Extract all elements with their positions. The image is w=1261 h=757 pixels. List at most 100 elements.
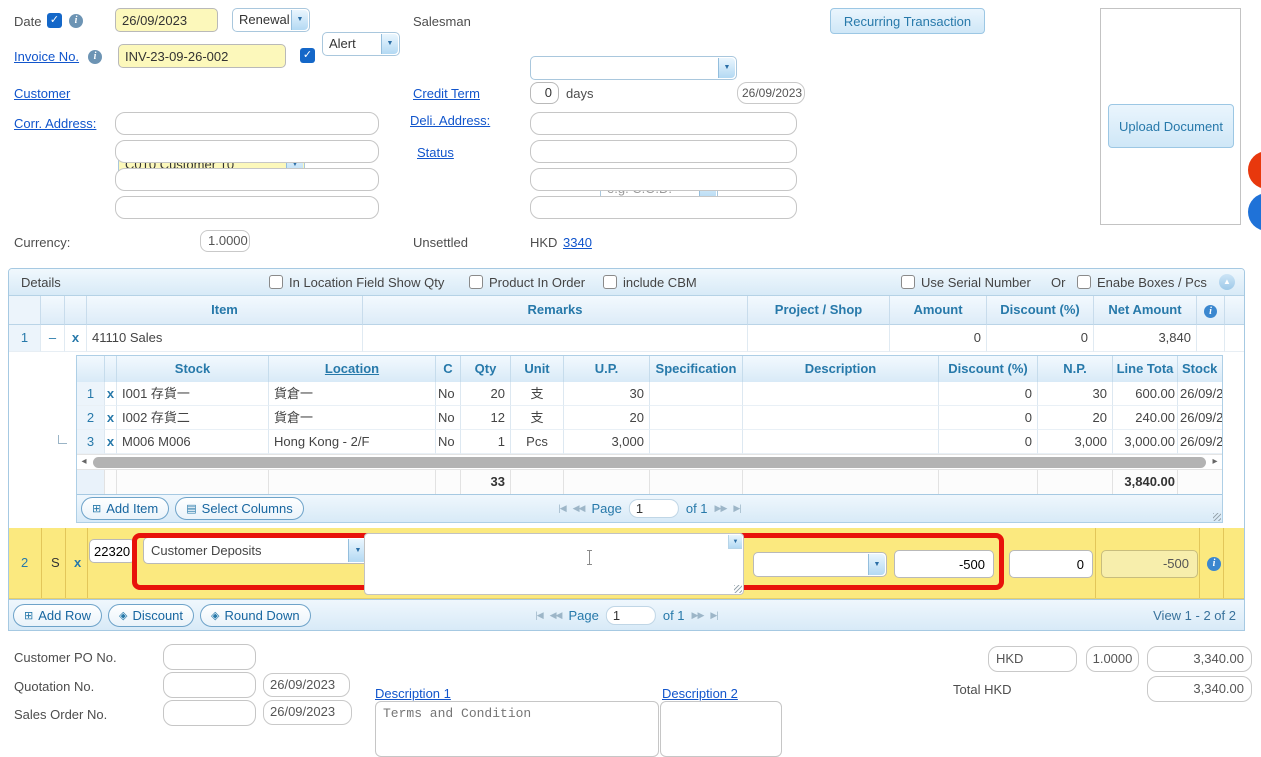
row2-s-marker: S — [51, 555, 60, 570]
sales-order-input[interactable] — [163, 700, 256, 726]
deli-address-input-2[interactable] — [530, 140, 797, 163]
check-icon: ✓ — [47, 13, 62, 28]
serial-number-checkbox[interactable] — [901, 275, 915, 289]
status-link[interactable]: Status — [417, 145, 454, 160]
chevron-down-icon[interactable]: ▼ — [718, 58, 735, 78]
table-row: 1 – x 41110 Sales 0 0 3,840 — [9, 325, 1244, 352]
corr-address-input-1[interactable] — [115, 112, 379, 135]
delete-row-icon[interactable]: x — [105, 406, 117, 430]
cell-specification — [650, 406, 743, 430]
deli-address-input-4[interactable] — [530, 196, 797, 219]
pager-next-icon[interactable]: ▶▶ — [692, 610, 704, 621]
invoice-info-icon[interactable]: i — [88, 50, 102, 64]
date-info-icon[interactable]: i — [69, 14, 83, 28]
page-of-label: of 1 — [663, 608, 685, 623]
subrow-num: 2 — [77, 406, 105, 430]
chevron-down-icon[interactable]: ▼ — [868, 554, 885, 575]
date-checkbox[interactable]: ✓ — [47, 13, 62, 28]
corr-address-input-3[interactable] — [115, 168, 379, 191]
account-code-input[interactable] — [89, 539, 135, 563]
remarks-textarea[interactable]: ▼ — [364, 533, 744, 595]
subcol-c: C — [436, 356, 461, 382]
customer-link[interactable]: Customer — [14, 86, 70, 101]
totals-cell — [436, 470, 461, 494]
round-down-button[interactable]: ◈Round Down — [200, 604, 311, 627]
credit-term-link[interactable]: Credit Term — [413, 86, 480, 101]
resize-handle[interactable] — [1213, 513, 1221, 521]
chevron-down-icon[interactable]: ▼ — [291, 10, 308, 30]
renewal-dropdown[interactable]: Renewal▼ — [232, 8, 310, 32]
discount-button[interactable]: ◈Discount — [108, 604, 194, 627]
alert-badge-icon[interactable] — [1248, 151, 1261, 189]
date-input[interactable] — [115, 8, 218, 32]
page-input[interactable] — [606, 606, 656, 625]
description1-textarea[interactable] — [375, 701, 659, 757]
pager-prev-icon[interactable]: ◀◀ — [573, 503, 585, 514]
corr-address-input-2[interactable] — [115, 140, 379, 163]
alert-dropdown[interactable]: Alert▼ — [322, 32, 400, 56]
pager-last-icon[interactable]: ▶| — [710, 610, 717, 621]
horizontal-scrollbar[interactable]: ◂ ▸ — [77, 454, 1222, 470]
chevron-down-icon[interactable]: ▼ — [381, 34, 398, 54]
pager-first-icon[interactable]: |◀ — [558, 503, 565, 514]
customer-po-input[interactable] — [163, 644, 256, 670]
row1-item: 41110 Sales — [87, 325, 363, 352]
view-range-label: View 1 - 2 of 2 — [1153, 608, 1236, 623]
delete-row-icon[interactable]: x — [105, 430, 117, 454]
info-icon[interactable]: i — [1204, 305, 1217, 318]
invoice-no-input[interactable] — [118, 44, 286, 68]
location-qty-checkbox[interactable] — [269, 275, 283, 289]
upload-document-button[interactable]: Upload Document — [1108, 104, 1234, 148]
scroll-left-icon[interactable]: ◂ — [77, 455, 91, 469]
unsettled-amount-link[interactable]: 3340 — [563, 235, 592, 250]
account-name-dropdown[interactable]: Customer Deposits▼ — [143, 537, 369, 564]
salesman-dropdown[interactable]: ▼ — [530, 56, 737, 80]
subcol-np: N.P. — [1038, 356, 1113, 382]
pager-last-icon[interactable]: ▶| — [733, 503, 740, 514]
description2-link[interactable]: Description 2 — [662, 686, 738, 701]
delete-row-icon[interactable]: x — [105, 382, 117, 406]
cell-np: 3,000 — [1038, 430, 1113, 454]
pager-next-icon[interactable]: ▶▶ — [715, 503, 727, 514]
credit-days-input[interactable] — [530, 82, 559, 104]
boxes-pcs-checkbox[interactable] — [1077, 275, 1091, 289]
pager-first-icon[interactable]: |◀ — [535, 610, 542, 621]
discount-input[interactable] — [1009, 550, 1093, 578]
deli-address-input-3[interactable] — [530, 168, 797, 191]
delete-row-icon[interactable]: x — [74, 555, 81, 570]
page-input[interactable] — [629, 499, 679, 518]
scrollbar-thumb[interactable] — [93, 457, 1206, 468]
exchange-rate-field: 1.0000 — [200, 230, 250, 252]
deli-address-link[interactable]: Deli. Address: — [410, 113, 490, 128]
add-item-button[interactable]: ⊞Add Item — [81, 497, 169, 520]
deli-address-input-1[interactable] — [530, 112, 797, 135]
product-in-order-checkbox[interactable] — [469, 275, 483, 289]
select-columns-button[interactable]: ▤Select Columns — [175, 497, 303, 520]
help-badge-icon[interactable] — [1248, 193, 1261, 231]
cell-line-total: 3,000.00 — [1113, 430, 1178, 454]
col-item: Item — [87, 296, 363, 325]
resize-handle[interactable] — [734, 585, 742, 593]
description1-link[interactable]: Description 1 — [375, 686, 451, 701]
quotation-no-input[interactable] — [163, 672, 256, 698]
totals-corner — [77, 470, 105, 494]
collapse-row-icon[interactable]: – — [41, 325, 65, 352]
description2-textarea[interactable] — [660, 701, 782, 757]
subcol-location-link[interactable]: Location — [269, 356, 436, 382]
info-icon[interactable]: i — [1207, 557, 1221, 571]
scroll-right-icon[interactable]: ▸ — [1208, 455, 1222, 469]
add-row-button[interactable]: ⊞Add Row — [13, 604, 102, 627]
corr-address-link[interactable]: Corr. Address: — [14, 116, 96, 131]
invoice-checkbox[interactable]: ✓ — [300, 48, 315, 63]
corr-address-input-4[interactable] — [115, 196, 379, 219]
delete-row-icon[interactable]: x — [65, 325, 87, 352]
project-shop-dropdown[interactable]: ▼ — [753, 552, 887, 577]
amount-input[interactable] — [894, 550, 994, 578]
include-cbm-checkbox[interactable] — [603, 275, 617, 289]
totals-cell — [564, 470, 650, 494]
collapse-panel-icon[interactable]: ▲ — [1219, 274, 1235, 290]
chevron-down-icon[interactable]: ▼ — [728, 535, 742, 549]
pager-prev-icon[interactable]: ◀◀ — [550, 610, 562, 621]
invoice-no-link[interactable]: Invoice No. — [14, 49, 79, 64]
recurring-transaction-button[interactable]: Recurring Transaction — [830, 8, 985, 34]
